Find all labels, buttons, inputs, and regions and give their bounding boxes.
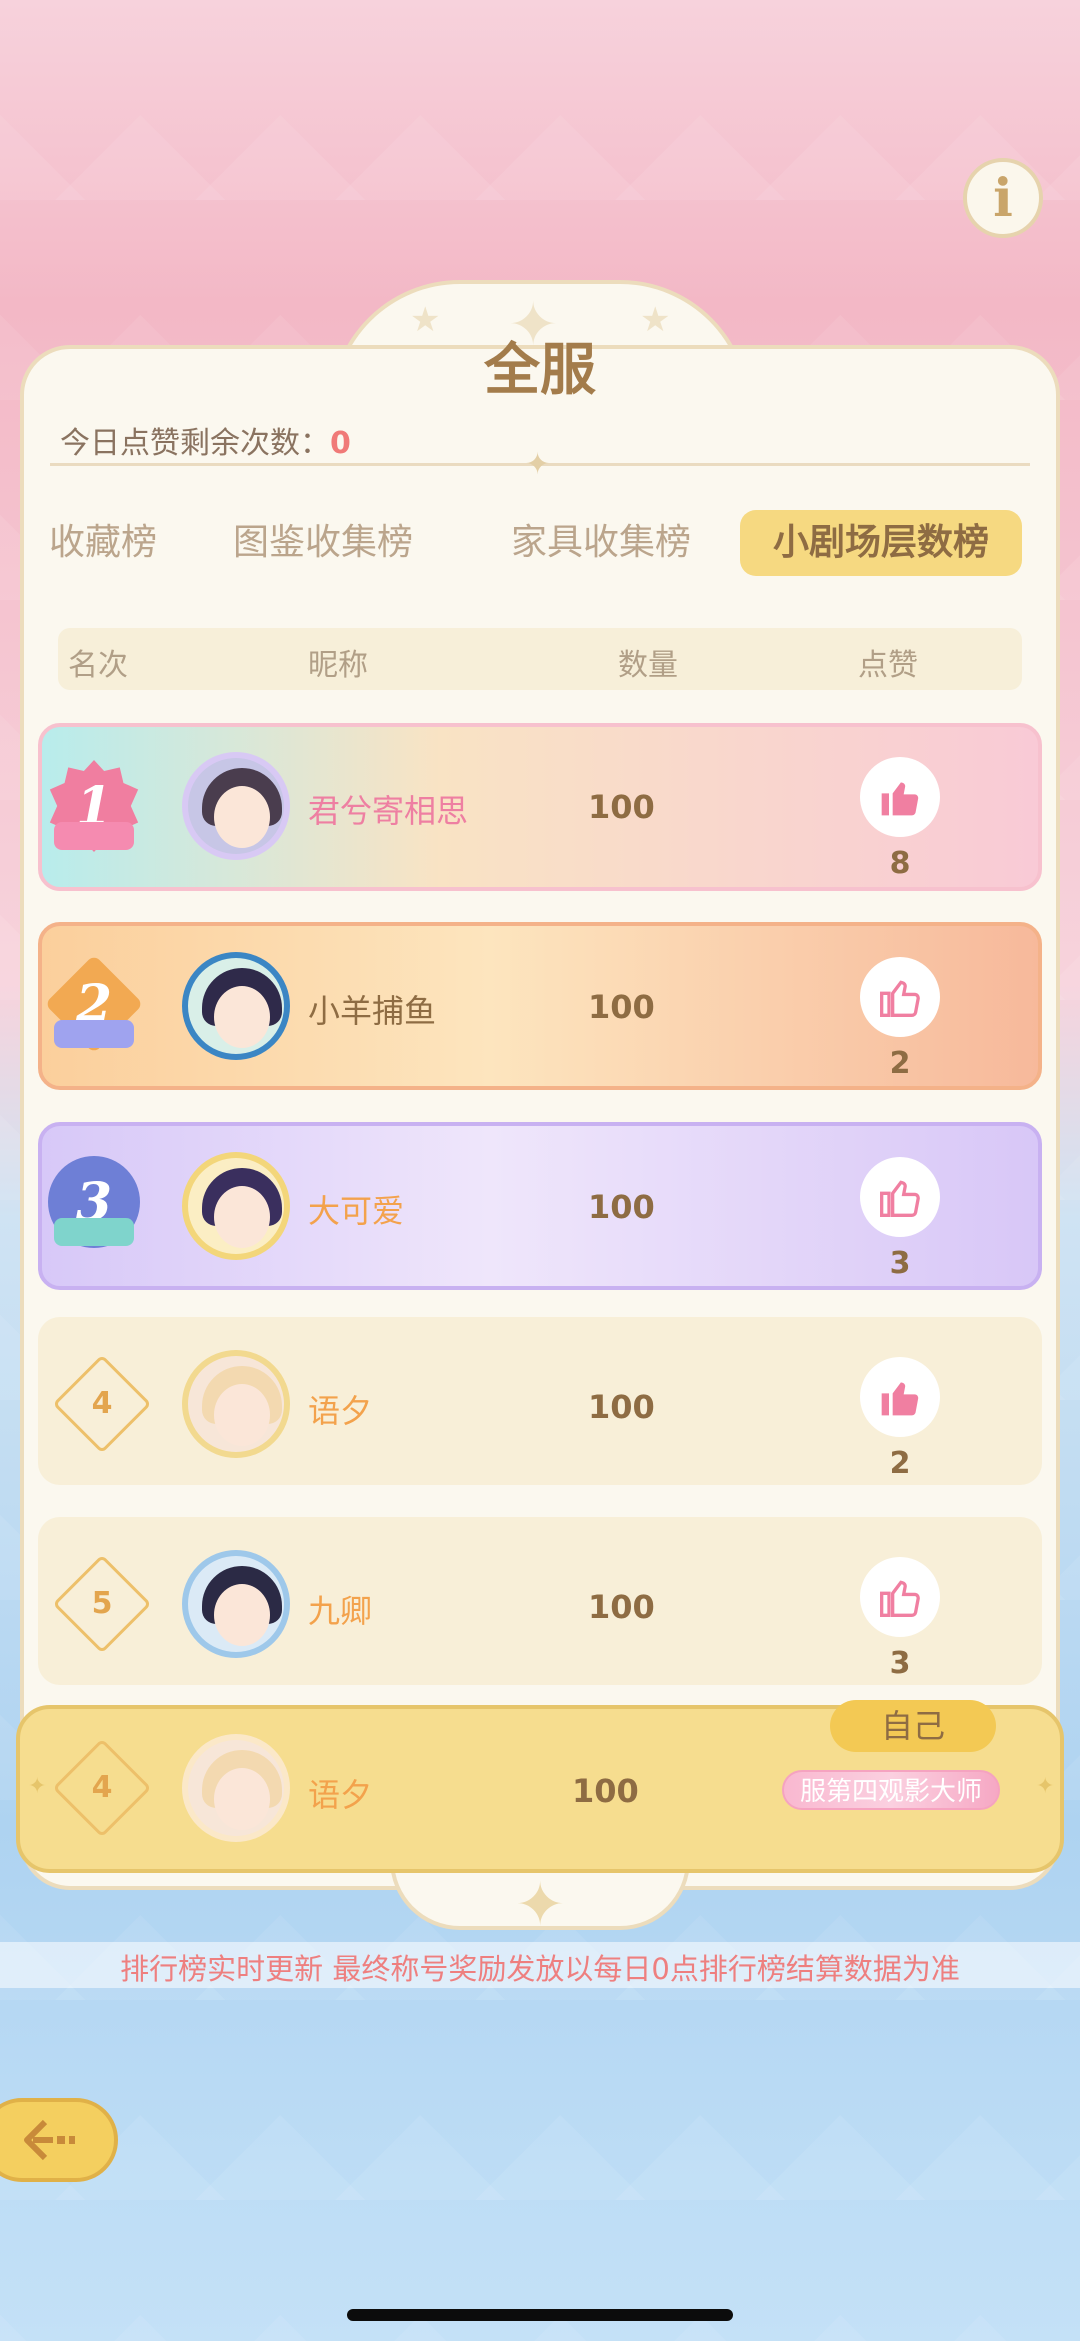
info-icon: i xyxy=(993,167,1013,229)
tab-theater[interactable]: 小剧场层数榜 xyxy=(740,510,1022,576)
column-count: 数量 xyxy=(618,648,678,683)
back-arrow-icon xyxy=(24,2119,75,2161)
thumbs-up-outline-icon xyxy=(880,980,920,1017)
like-button[interactable] xyxy=(860,957,940,1037)
avatar[interactable] xyxy=(182,1152,290,1260)
column-nickname: 昵称 xyxy=(308,648,368,683)
sparkle-icon: ✦ xyxy=(1036,1774,1055,1799)
info-button[interactable]: i xyxy=(963,158,1043,238)
avatar[interactable] xyxy=(182,752,290,860)
count-value: 100 xyxy=(588,788,655,826)
nickname: 语夕 xyxy=(308,1776,373,1814)
divider-star-icon: ✦ xyxy=(525,447,551,482)
ribbon-icon xyxy=(54,1020,134,1048)
likes-remaining-label: 今日点赞剩余次数： xyxy=(60,426,330,461)
nickname: 君兮寄相思 xyxy=(308,792,469,830)
rank-number: 4 xyxy=(91,1386,113,1421)
tab-codex[interactable]: 图鉴收集榜 xyxy=(228,510,418,576)
nickname: 小羊捕鱼 xyxy=(308,992,437,1030)
count-value: 100 xyxy=(588,988,655,1026)
nickname: 语夕 xyxy=(308,1392,373,1430)
tab-collection[interactable]: 收藏榜 xyxy=(48,510,158,576)
column-like: 点赞 xyxy=(858,648,918,683)
like-button[interactable] xyxy=(860,1357,940,1437)
thumbs-up-filled-icon xyxy=(881,782,919,816)
like-count: 2 xyxy=(889,1446,911,1481)
like-count: 2 xyxy=(889,1046,911,1081)
like-count: 3 xyxy=(889,1646,911,1681)
like-button[interactable] xyxy=(860,1157,940,1237)
ribbon-icon xyxy=(54,822,134,850)
foot-star-icon: ✦ xyxy=(515,1870,566,1940)
avatar[interactable] xyxy=(182,1550,290,1658)
home-indicator xyxy=(347,2309,733,2321)
ribbon-icon xyxy=(54,1218,134,1246)
like-button[interactable] xyxy=(860,757,940,837)
likes-remaining-count: 0 xyxy=(330,426,351,461)
like-count: 8 xyxy=(889,846,911,881)
count-value: 100 xyxy=(588,1188,655,1226)
footer-note: 排行榜实时更新 最终称号奖励发放以每日0点排行榜结算数据为准 xyxy=(120,1952,960,1986)
nickname: 大可爱 xyxy=(308,1192,405,1230)
page-title: 全服 xyxy=(484,338,596,403)
nickname: 九卿 xyxy=(308,1592,373,1630)
rank-number: 4 xyxy=(91,1770,113,1805)
avatar[interactable] xyxy=(182,1350,290,1458)
thumbs-up-outline-icon xyxy=(880,1180,920,1217)
avatar[interactable] xyxy=(182,952,290,1060)
sparkle-icon: ✦ xyxy=(28,1774,47,1799)
rank-number: 5 xyxy=(91,1586,113,1621)
column-rank: 名次 xyxy=(68,648,128,683)
like-button[interactable] xyxy=(860,1557,940,1637)
title-badge: 服第四观影大师 xyxy=(782,1770,1000,1810)
like-count: 3 xyxy=(889,1246,911,1281)
count-value: 100 xyxy=(588,1388,655,1426)
avatar[interactable] xyxy=(182,1734,290,1842)
back-button[interactable] xyxy=(0,2098,118,2182)
thumbs-up-filled-icon xyxy=(881,1382,919,1416)
likes-remaining: 今日点赞剩余次数：0 xyxy=(60,418,351,462)
thumbs-up-outline-icon xyxy=(880,1580,920,1617)
tab-furniture[interactable]: 家具收集榜 xyxy=(506,510,696,576)
count-value: 100 xyxy=(572,1772,639,1810)
count-value: 100 xyxy=(588,1588,655,1626)
self-tag: 自己 xyxy=(830,1700,996,1752)
